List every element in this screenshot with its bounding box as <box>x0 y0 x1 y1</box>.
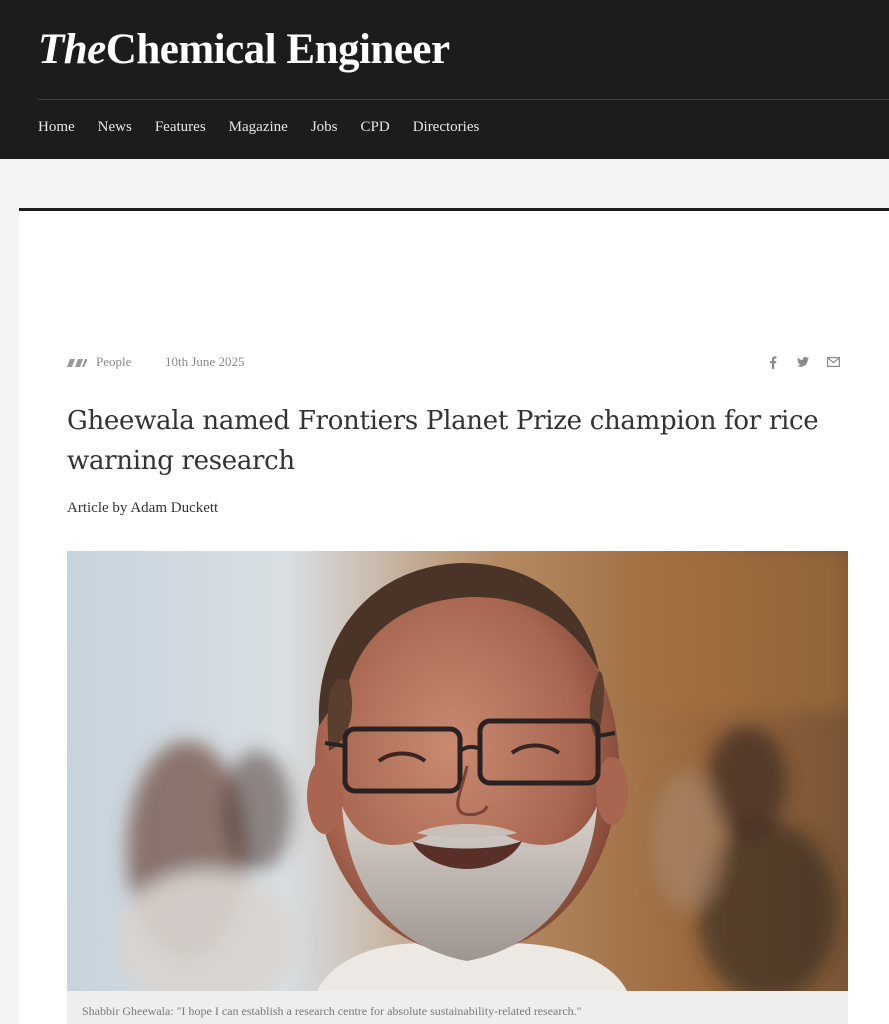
nav-directories[interactable]: Directories <box>413 116 480 138</box>
logo-main: Chemical Engineer <box>105 26 450 73</box>
hero-photo <box>67 551 848 991</box>
category-slash-icon <box>67 359 87 367</box>
logo-the: The <box>38 26 106 73</box>
author-link[interactable]: Adam Duckett <box>130 500 218 516</box>
nav-home[interactable]: Home <box>38 116 75 138</box>
nav-cpd[interactable]: CPD <box>361 116 390 138</box>
site-header: TheChemical Engineer Home News Features … <box>0 0 889 159</box>
category-link[interactable]: People <box>96 354 131 370</box>
main-nav: Home News Features Magazine Jobs CPD Dir… <box>38 116 479 138</box>
article-meta: People 10th June 2025 <box>67 352 841 374</box>
byline-prefix: Article by <box>67 500 131 516</box>
publish-date: 10th June 2025 <box>165 354 245 369</box>
byline: Article by Adam Duckett <box>67 500 218 517</box>
nav-jobs[interactable]: Jobs <box>311 116 338 138</box>
header-divider <box>38 99 889 100</box>
twitter-icon[interactable] <box>795 353 811 371</box>
email-icon[interactable] <box>825 353 841 371</box>
facebook-icon[interactable] <box>765 353 781 371</box>
article-title: Gheewala named Frontiers Planet Prize ch… <box>67 406 819 476</box>
image-caption: Shabbir Gheewala: "I hope I can establis… <box>82 1004 582 1018</box>
nav-news[interactable]: News <box>98 116 132 138</box>
nav-magazine[interactable]: Magazine <box>229 116 288 138</box>
share-buttons <box>765 353 841 371</box>
caption-bar: Shabbir Gheewala: "I hope I can establis… <box>67 991 848 1024</box>
nav-features[interactable]: Features <box>155 116 206 138</box>
site-logo[interactable]: TheChemical Engineer <box>38 26 450 74</box>
